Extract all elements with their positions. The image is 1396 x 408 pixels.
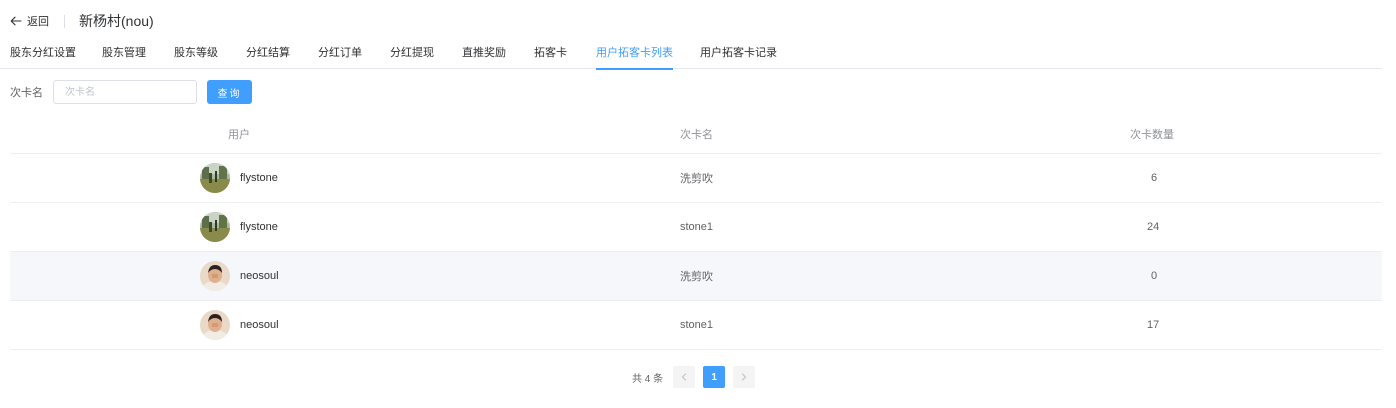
table-row[interactable]: neosoul stone1 17 bbox=[10, 301, 1382, 350]
card-name-input[interactable] bbox=[53, 80, 197, 104]
pagination: 共 4 条 1 bbox=[632, 366, 756, 388]
tab-customer-card[interactable]: 拓客卡 bbox=[534, 38, 567, 69]
user-cell: flystone bbox=[200, 203, 278, 251]
tab-shareholder-dividend-settings[interactable]: 股东分红设置 bbox=[10, 38, 76, 69]
column-header-user: 用户 bbox=[228, 129, 250, 141]
card-name-cell: stone1 bbox=[680, 319, 714, 331]
prev-page-button[interactable] bbox=[673, 366, 696, 388]
tab-dividend-orders[interactable]: 分红订单 bbox=[318, 38, 362, 69]
table-header: 用户 次卡名 次卡数量 bbox=[10, 118, 1382, 154]
landscape-avatar bbox=[200, 163, 230, 193]
query-button[interactable]: 查询 bbox=[207, 80, 252, 104]
card-count-cell: 0 bbox=[1151, 270, 1158, 282]
portrait-avatar bbox=[200, 261, 230, 291]
column-header-card-count: 次卡数量 bbox=[1130, 129, 1174, 141]
landscape-avatar bbox=[200, 212, 230, 242]
table-row[interactable]: neosoul 洗剪吹 0 bbox=[10, 252, 1382, 301]
user-cell: neosoul bbox=[200, 301, 279, 349]
tab-dividend-withdrawal[interactable]: 分红提现 bbox=[390, 38, 434, 69]
search-form: 次卡名 查询 bbox=[10, 80, 252, 104]
user-card-table: 用户 次卡名 次卡数量 flystone 洗剪吹 6 flystone ston… bbox=[10, 118, 1382, 350]
column-header-card-name: 次卡名 bbox=[680, 129, 713, 141]
chevron-left-icon bbox=[682, 373, 687, 381]
card-name-cell: stone1 bbox=[680, 221, 714, 233]
portrait-avatar bbox=[200, 310, 230, 340]
user-cell: flystone bbox=[200, 154, 278, 202]
tab-direct-referral-reward[interactable]: 直推奖励 bbox=[462, 38, 506, 69]
table-row[interactable]: flystone 洗剪吹 6 bbox=[10, 154, 1382, 203]
header-divider bbox=[64, 14, 65, 28]
tab-shareholder-management[interactable]: 股东管理 bbox=[102, 38, 146, 69]
tab-user-card-records[interactable]: 用户拓客卡记录 bbox=[700, 38, 777, 69]
back-label: 返回 bbox=[27, 16, 49, 28]
tab-user-card-list[interactable]: 用户拓客卡列表 bbox=[596, 38, 673, 70]
page-title: 新杨村(nou) bbox=[79, 13, 154, 29]
page-header: 返回 新杨村(nou) bbox=[10, 12, 154, 30]
arrow-left-icon bbox=[10, 16, 22, 26]
back-button[interactable]: 返回 bbox=[10, 13, 49, 29]
tab-dividend-settlement[interactable]: 分红结算 bbox=[246, 38, 290, 69]
total-count: 共 4 条 bbox=[632, 373, 664, 385]
user-name: neosoul bbox=[240, 270, 279, 282]
card-count-cell: 6 bbox=[1151, 172, 1158, 184]
card-count-cell: 17 bbox=[1147, 319, 1160, 331]
card-count-cell: 24 bbox=[1147, 221, 1160, 233]
tab-bar: 股东分红设置 股东管理 股东等级 分红结算 分红订单 分红提现 直推奖励 拓客卡… bbox=[0, 38, 1382, 70]
user-name: flystone bbox=[240, 221, 278, 233]
user-cell: neosoul bbox=[200, 252, 279, 300]
card-name-label: 次卡名 bbox=[10, 87, 43, 99]
tab-shareholder-level[interactable]: 股东等级 bbox=[174, 38, 218, 69]
table-row[interactable]: flystone stone1 24 bbox=[10, 203, 1382, 252]
card-name-cell: 洗剪吹 bbox=[680, 271, 713, 283]
chevron-right-icon bbox=[742, 373, 747, 381]
page-number-current[interactable]: 1 bbox=[703, 366, 726, 388]
user-name: neosoul bbox=[240, 319, 279, 331]
next-page-button[interactable] bbox=[733, 366, 756, 388]
user-name: flystone bbox=[240, 172, 278, 184]
card-name-cell: 洗剪吹 bbox=[680, 173, 713, 185]
